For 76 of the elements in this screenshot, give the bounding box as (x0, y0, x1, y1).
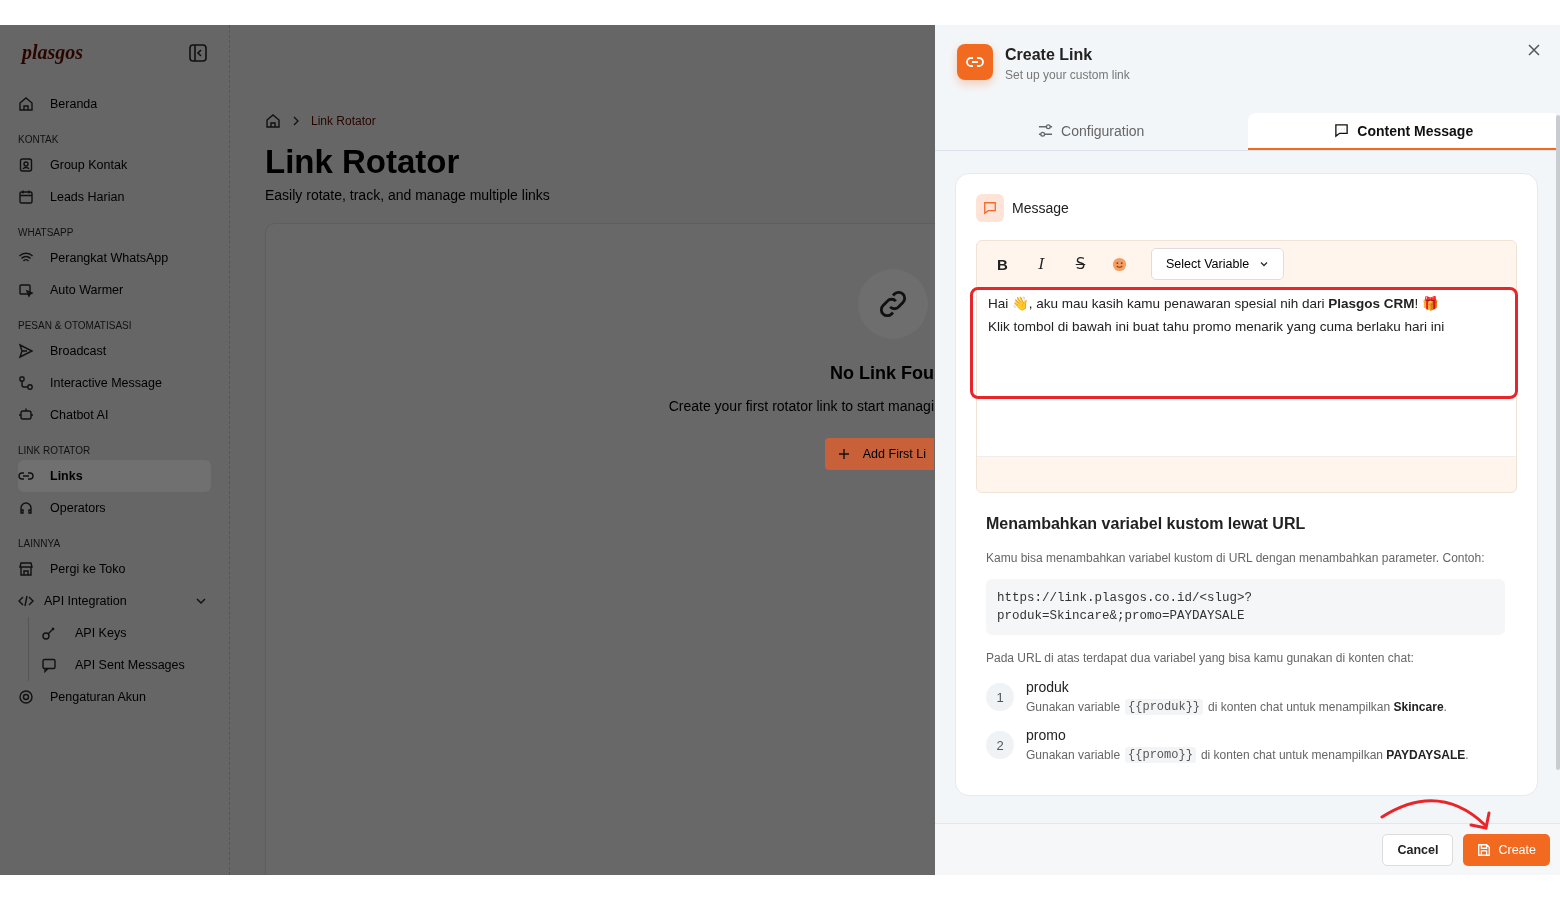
nav-subitem[interactable]: API Keys (41, 617, 211, 649)
nav-item[interactable]: Beranda (18, 88, 211, 120)
nav-item[interactable]: Broadcast (18, 335, 211, 367)
page-subtitle: Easily rotate, track, and manage multiple links (265, 187, 551, 203)
empty-state-text: Create your first rotator link to start managi (668, 398, 934, 414)
strike-button[interactable]: S (1065, 250, 1096, 278)
variable-code: {{promo}} (1125, 747, 1196, 763)
message-text-area[interactable]: Hai 👋, aku mau kasih kamu penawaran spesial nih dari Plasgos CRM! 🎁 Klik tombol di bawah ini buat tahu promo menarik yang cuma berlaku hari ini (977, 287, 1516, 457)
headset-icon (18, 500, 34, 516)
code-icon (18, 593, 34, 609)
logo: plasgos (22, 41, 84, 64)
home-icon[interactable] (265, 113, 281, 129)
step-number: 1 (986, 683, 1014, 711)
section-heading: LINK ROTATOR (18, 445, 92, 456)
section-heading: WHATSAPP (18, 227, 75, 238)
info-heading: Menambahkan variabel kustom lewat URL (986, 515, 1307, 533)
nav-item[interactable]: Auto Warmer (18, 274, 211, 306)
tab[interactable]: Configuration (935, 113, 1248, 150)
chat-icon (1334, 123, 1350, 138)
create-button[interactable]: Create (1463, 833, 1550, 866)
link-icon (957, 44, 993, 80)
key-icon (41, 625, 57, 641)
info-text: Kamu bisa menambahkan variabel kustom di URL dengan menambahkan parameter. Contoh: (986, 551, 1486, 565)
section-heading: LAINNYA (18, 538, 62, 549)
info-text: Pada URL di atas terdapat dua variabel yang bisa kamu gunakan di konten chat: (986, 651, 1415, 665)
collapse-sidebar-icon[interactable] (189, 43, 207, 62)
variable-description: Gunakan variable (1026, 748, 1121, 762)
empty-state-title: No Link Fou (830, 363, 934, 384)
nav-item[interactable]: Group Kontak (18, 149, 211, 181)
variable-description: di konten chat untuk menampilkan PAYDAYSALE. (1200, 748, 1469, 762)
bold-button[interactable]: B (987, 250, 1018, 278)
save-icon (1477, 842, 1492, 857)
add-first-link-button[interactable]: Add First Li (824, 438, 934, 470)
chat-icon (41, 657, 57, 673)
nav-item[interactable]: Operators (18, 492, 211, 524)
italic-button[interactable]: I (1026, 250, 1057, 278)
nav-item[interactable]: Interactive Message (18, 367, 211, 399)
nav-item[interactable]: Pergi ke Toko (18, 553, 211, 585)
page-title: Link Rotator (265, 143, 461, 181)
nav-item[interactable]: Pengaturan Akun (18, 681, 211, 713)
contact-icon (18, 157, 34, 173)
nav-item[interactable]: API Integration (18, 585, 211, 617)
variable-description: Gunakan variable (1026, 700, 1121, 714)
store-icon (18, 561, 34, 577)
variable-name: produk (1026, 679, 1070, 695)
nav-item[interactable]: Leads Harian (18, 181, 211, 213)
device-icon (18, 282, 34, 298)
plus-icon (838, 449, 849, 459)
chevron-right-icon (291, 116, 301, 126)
nav-subitem[interactable]: API Sent Messages (41, 649, 211, 681)
variable-name: promo (1026, 727, 1067, 743)
nav-item[interactable]: Chatbot AI (18, 399, 211, 431)
close-icon[interactable] (1528, 44, 1540, 56)
chevron-down-icon (1259, 259, 1270, 269)
sliders-icon (1038, 123, 1054, 138)
home-icon (18, 96, 34, 112)
variable-code: {{produk}} (1125, 699, 1204, 715)
calendar-icon (18, 189, 34, 205)
nav-item[interactable]: Perangkat WhatsApp (18, 242, 211, 274)
send-icon (18, 343, 34, 359)
variable-description: di konten chat untuk menampilkan Skincare. (1208, 700, 1447, 714)
section-heading: KONTAK (18, 134, 60, 145)
cancel-button[interactable]: Cancel (1382, 833, 1454, 866)
select-variable-dropdown[interactable]: Select Variable (1151, 248, 1285, 280)
code-block: https://link.plasgos.co.id/<slug>? produk=Skincare&;promo=PAYDAYSALE (986, 579, 1505, 635)
chat-icon (976, 194, 1004, 222)
section-title: Message (1012, 200, 1069, 216)
breadcrumb-current[interactable]: Link Rotator (311, 114, 376, 128)
nav-item[interactable]: Links (18, 460, 211, 492)
step-number: 2 (986, 731, 1014, 759)
drawer-subtitle: Set up your custom link (1005, 68, 1131, 82)
bot-icon (18, 407, 34, 423)
drawer-title: Create Link (1005, 46, 1094, 64)
section-heading: PESAN & OTOMATISASI (18, 320, 133, 331)
flow-icon (18, 375, 34, 391)
smiley-icon (1112, 256, 1127, 272)
